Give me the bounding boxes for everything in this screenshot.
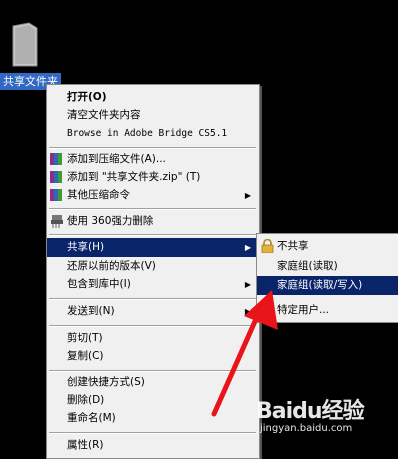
- submenu-item-label: 不共享: [277, 240, 309, 252]
- menu-item-label: 剪切(T): [67, 332, 103, 344]
- lock-icon: [261, 239, 274, 253]
- submenu-item-label: 家庭组(读取): [277, 260, 338, 272]
- submenu-item-label: 家庭组(读取/写入): [277, 279, 363, 291]
- menu-separator: [49, 432, 256, 434]
- archive-icon: [50, 189, 62, 201]
- shredder-icon: [51, 215, 63, 228]
- menu-separator: [49, 234, 256, 236]
- submenu-item-no-share[interactable]: 不共享: [257, 237, 398, 256]
- menu-item-share[interactable]: 共享(H) ▶: [47, 238, 259, 257]
- menu-item-label: 删除(D): [67, 394, 105, 406]
- menu-item-label: 属性(R): [67, 439, 104, 451]
- menu-item-adobe-bridge[interactable]: Browse in Adobe Bridge CS5.1: [47, 124, 259, 143]
- menu-item-add-zip[interactable]: 添加到 "共享文件夹.zip" (T): [47, 168, 259, 187]
- menu-item-add-archive[interactable]: 添加到压缩文件(A)...: [47, 150, 259, 169]
- archive-icon: [50, 153, 62, 165]
- menu-item-label: 添加到 "共享文件夹.zip" (T): [67, 171, 201, 183]
- desktop-folder[interactable]: 共享文件夹: [0, 0, 72, 95]
- menu-item-label: 使用 360强力删除: [67, 215, 154, 227]
- submenu-arrow-icon: ▶: [244, 243, 251, 252]
- menu-item-label: 共享(H): [67, 241, 105, 253]
- menu-item-label: 重命名(M): [67, 412, 116, 424]
- menu-item-other-compress[interactable]: 其他压缩命令 ▶: [47, 186, 259, 205]
- folder-icon: [12, 22, 38, 67]
- menu-item-label: Browse in Adobe Bridge CS5.1: [67, 128, 228, 139]
- menu-item-label: 清空文件夹内容: [67, 109, 141, 121]
- menu-item-label: 还原以前的版本(V): [67, 260, 156, 272]
- baidu-watermark: Baidu经验 jingyan.baidu.com: [252, 393, 398, 457]
- watermark-brand: Baidu经验: [256, 399, 365, 424]
- menu-item-open[interactable]: 打开(O): [47, 88, 259, 107]
- menu-item-label: 包含到库中(I): [67, 278, 131, 290]
- menu-separator: [49, 147, 256, 149]
- submenu-arrow-icon: ▶: [244, 191, 251, 200]
- submenu-item-homegroup-read[interactable]: 家庭组(读取): [257, 257, 398, 276]
- menu-item-label: 发送到(N): [67, 305, 115, 317]
- menu-item-restore-versions[interactable]: 还原以前的版本(V): [47, 257, 259, 276]
- menu-item-label: 其他压缩命令: [67, 189, 130, 201]
- menu-item-clear-folder[interactable]: 清空文件夹内容: [47, 106, 259, 125]
- menu-item-properties[interactable]: 属性(R): [47, 436, 259, 455]
- menu-item-360-delete[interactable]: 使用 360强力删除: [47, 212, 259, 231]
- menu-item-label: 复制(C): [67, 350, 104, 362]
- submenu-item-label: 特定用户...: [277, 304, 330, 316]
- menu-item-label: 添加到压缩文件(A)...: [67, 153, 166, 165]
- watermark-url: jingyan.baidu.com: [260, 423, 353, 434]
- archive-icon: [50, 171, 62, 183]
- menu-separator: [49, 208, 256, 210]
- menu-item-label: 打开(O): [67, 91, 107, 103]
- menu-item-label: 创建快捷方式(S): [67, 376, 145, 388]
